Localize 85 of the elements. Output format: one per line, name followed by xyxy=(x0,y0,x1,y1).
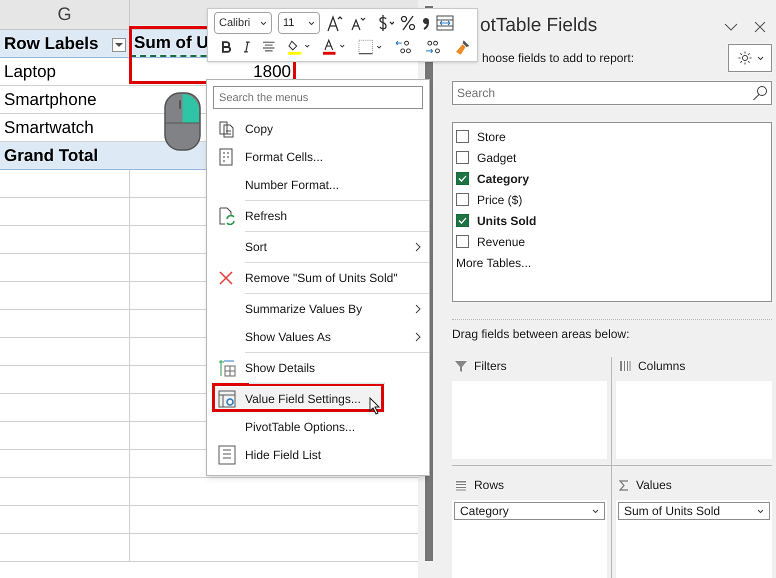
menu-item[interactable]: Format Cells... xyxy=(207,143,429,171)
search-icon[interactable] xyxy=(752,85,768,102)
caret-icon xyxy=(260,20,267,26)
mouse-icon xyxy=(164,92,201,151)
grow-font-icon[interactable] xyxy=(326,14,344,32)
search-field[interactable]: Search xyxy=(452,81,772,106)
area-heading: Values xyxy=(636,477,672,494)
menu-item[interactable]: Remove "Sum of Units Sold" xyxy=(207,261,429,292)
fill-color-icon[interactable] xyxy=(288,38,311,56)
pointer-icon xyxy=(369,397,381,415)
filter-dropdown-button[interactable] xyxy=(112,38,126,52)
sigma-icon xyxy=(619,480,629,490)
menu-item[interactable]: Copy xyxy=(207,115,429,143)
menu-item[interactable]: Value Field Settings... xyxy=(211,382,385,413)
format-cells-icon xyxy=(218,148,234,166)
area-field-dropdown[interactable]: Sum of Units Sold xyxy=(618,502,770,520)
shrink-font-icon[interactable] xyxy=(350,15,366,31)
checkbox[interactable] xyxy=(456,214,469,228)
caret-icon xyxy=(757,508,764,514)
refresh-icon xyxy=(218,207,236,225)
field-label: Units Sold xyxy=(477,212,536,230)
italic-icon[interactable] xyxy=(242,41,250,53)
table-cell-text: Grand Total xyxy=(3,144,100,167)
checkbox[interactable] xyxy=(456,151,469,164)
table-cell-text: Smartphone xyxy=(3,88,98,111)
size-dropdown[interactable]: 11 xyxy=(278,12,320,34)
format-painter-icon[interactable] xyxy=(454,38,471,56)
filter-icon xyxy=(455,360,467,372)
table-cell-text: Laptop xyxy=(3,60,57,83)
field-label: Revenue xyxy=(477,234,526,251)
checkbox[interactable] xyxy=(456,193,469,206)
chevron-right-icon xyxy=(415,304,421,314)
align-center-icon[interactable] xyxy=(262,41,276,53)
field-label: Store xyxy=(477,128,506,146)
chevron-down-icon[interactable] xyxy=(724,22,738,32)
area-heading: Filters xyxy=(474,358,507,375)
menu-item[interactable]: Show Values As xyxy=(207,323,429,351)
comma-icon[interactable] xyxy=(422,15,430,31)
percent-icon[interactable] xyxy=(400,14,416,32)
area-heading: Columns xyxy=(638,358,686,375)
rows-icon xyxy=(455,479,467,491)
decrease-decimal-icon[interactable] xyxy=(424,39,442,55)
area-heading: Rows xyxy=(474,477,504,494)
borders-icon[interactable] xyxy=(358,39,384,55)
area-field-dropdown[interactable]: Category xyxy=(454,502,605,520)
wrap-icon[interactable] xyxy=(436,15,454,31)
instruction-text: hoose fields to add to report: xyxy=(481,50,634,68)
checkbox[interactable] xyxy=(456,172,469,186)
menu-item[interactable]: Show Details xyxy=(207,351,429,382)
checkbox[interactable] xyxy=(456,130,469,144)
field-label: Category xyxy=(477,170,530,188)
table-icon xyxy=(218,359,236,377)
copy-icon xyxy=(218,120,236,138)
caret-icon xyxy=(756,56,764,61)
font-color-icon[interactable] xyxy=(322,38,346,56)
close-icon[interactable] xyxy=(754,20,766,33)
menu-item[interactable]: Summarize Values By xyxy=(207,292,429,323)
more-tables-link[interactable]: More Tables... xyxy=(456,254,532,272)
menu-item[interactable]: Number Format... xyxy=(207,171,429,199)
settings-icon xyxy=(218,390,236,408)
caret-icon xyxy=(308,20,315,26)
columns-icon xyxy=(619,360,631,372)
close-icon xyxy=(218,270,234,286)
table-cell: Row Labels xyxy=(0,30,130,57)
table-cell-text: Smartwatch xyxy=(3,116,95,139)
menu-item[interactable]: PivotTable Options... xyxy=(207,413,429,441)
settings-dropdown-button[interactable] xyxy=(728,44,772,72)
bold-icon[interactable] xyxy=(221,41,231,53)
menu-item[interactable]: Hide Field List xyxy=(207,441,429,469)
checkbox[interactable] xyxy=(456,235,469,248)
pane-title: otTable Fields xyxy=(479,14,598,38)
menu-search-field[interactable]: Search the menus xyxy=(213,86,423,109)
table-cell-text: 1800 xyxy=(253,60,291,83)
font-dropdown[interactable]: Calibri xyxy=(214,12,272,34)
caret-icon xyxy=(592,508,599,514)
field-label: Price ($) xyxy=(477,192,522,209)
field-list-icon xyxy=(218,445,236,465)
field-label: Gadget xyxy=(477,150,516,167)
menu-item[interactable]: Refresh xyxy=(207,199,429,230)
increase-decimal-icon[interactable] xyxy=(395,39,412,55)
chevron-right-icon xyxy=(415,332,421,342)
chevron-right-icon xyxy=(415,242,421,252)
column-header[interactable]: G xyxy=(0,0,130,29)
menu-item[interactable]: Sort xyxy=(207,230,429,261)
drag-hint-text: Drag fields between areas below: xyxy=(452,326,630,343)
